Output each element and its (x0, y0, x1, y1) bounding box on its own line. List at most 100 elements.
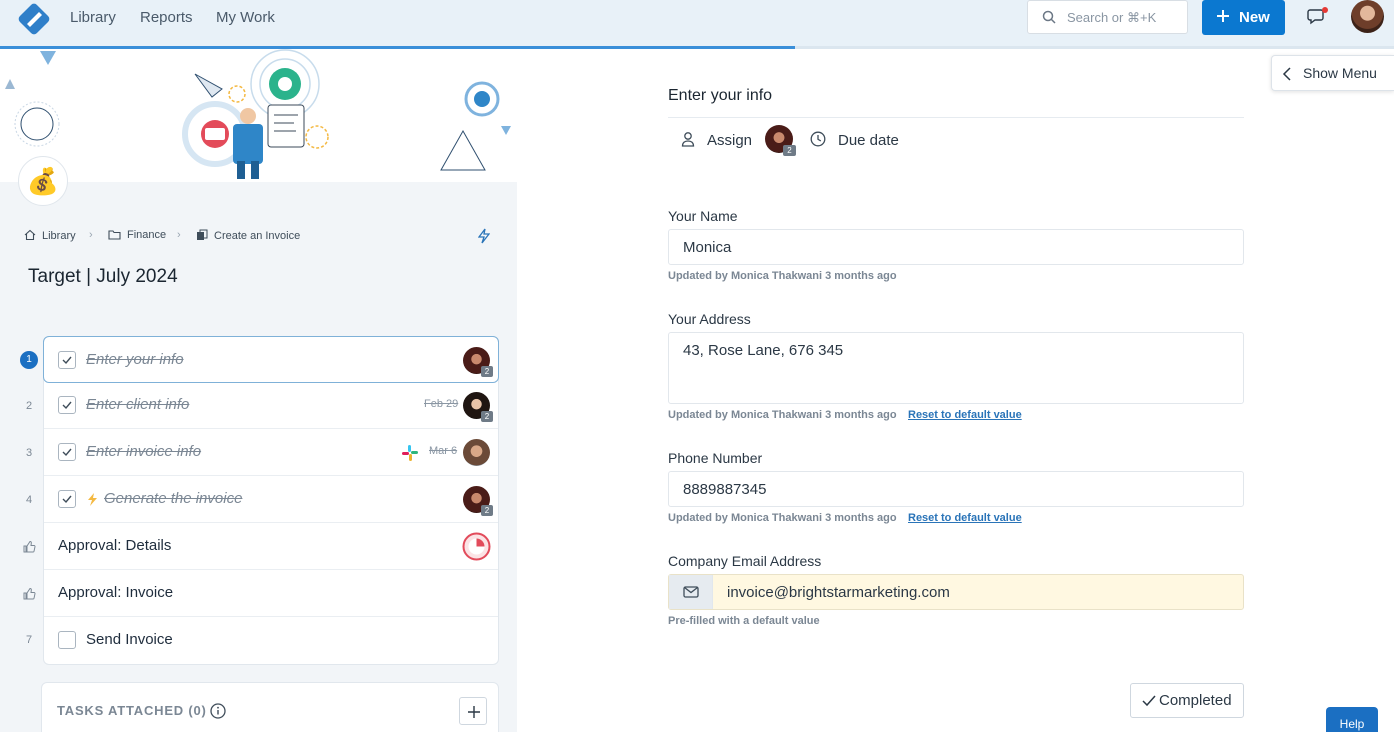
search-input[interactable]: Search or ⌘+K (1027, 0, 1188, 34)
hero-illustration (0, 49, 517, 182)
due-date-label: Due date (838, 132, 899, 149)
phone-field-label: Phone Number (668, 450, 763, 466)
chevron-right-icon: › (177, 229, 181, 241)
breadcrumb-library[interactable]: Library (24, 229, 76, 242)
step-label: Approval: Invoice (58, 584, 174, 601)
breadcrumb-library-label: Library (42, 230, 76, 242)
slack-icon (402, 445, 418, 461)
address-field-label: Your Address (668, 311, 751, 327)
lightning-icon (88, 493, 97, 506)
breadcrumb-create-invoice[interactable]: Create an Invoice (196, 229, 300, 242)
nav-reports[interactable]: Reports (140, 9, 193, 26)
step-due-date: Feb 29 (424, 398, 459, 410)
home-icon (24, 229, 36, 241)
email-value: invoice@brightstarmarketing.com (727, 584, 950, 601)
email-field-label: Company Email Address (668, 553, 822, 569)
step-approval-invoice[interactable]: Approval: Invoice (44, 570, 498, 617)
approval-status-pie-icon (462, 532, 491, 561)
step-number: 2 (25, 400, 33, 412)
user-icon (681, 132, 695, 147)
user-avatar[interactable] (1351, 0, 1384, 33)
breadcrumb-finance-label: Finance (127, 229, 167, 241)
help-button[interactable]: Help (1326, 707, 1378, 732)
add-task-button[interactable] (459, 697, 487, 725)
due-date-button[interactable]: Due date (810, 131, 899, 149)
plus-icon (1217, 10, 1229, 22)
address-field[interactable]: 43, Rose Lane, 676 345 (668, 332, 1244, 404)
address-reset-link[interactable]: Reset to default value (908, 409, 1022, 421)
assignee-count-badge: 2 (783, 145, 796, 156)
automation-bolt-icon[interactable] (478, 228, 490, 244)
name-updated-meta: Updated by Monica Thakwani 3 months ago (668, 270, 897, 282)
search-icon (1042, 10, 1056, 24)
step-send-invoice[interactable]: Send Invoice (44, 617, 498, 664)
check-icon (62, 401, 72, 410)
money-bag-icon: 💰 (18, 156, 68, 206)
nav-library[interactable]: Library (70, 9, 116, 26)
info-icon[interactable] (210, 703, 226, 719)
check-icon (62, 356, 72, 365)
step-checkbox[interactable] (58, 631, 76, 649)
breadcrumb-create-invoice-label: Create an Invoice (214, 230, 301, 242)
tasks-attached-label: TASKS ATTACHED (0) (57, 703, 207, 718)
plus-icon (468, 706, 480, 718)
show-menu-label: Show Menu (1303, 65, 1377, 81)
step-checkbox[interactable] (58, 443, 76, 461)
clock-icon (810, 131, 826, 147)
top-nav: Library Reports My Work Search or ⌘+K Ne… (0, 0, 1394, 49)
checklist-title: Target | July 2024 (28, 266, 178, 287)
app-logo-icon[interactable] (17, 2, 51, 36)
check-icon (62, 448, 72, 457)
step-checkbox[interactable] (58, 351, 76, 369)
step-label: Approval: Details (58, 537, 172, 554)
assign-label: Assign (707, 132, 753, 149)
step-number: 4 (25, 494, 33, 506)
chevron-right-icon: › (89, 229, 93, 241)
check-icon (1142, 695, 1156, 707)
assign-button[interactable]: Assign (681, 131, 752, 149)
checklist-panel: 💰 Library › Finance › Create an Invoice … (0, 49, 517, 732)
thumbs-up-icon (23, 540, 36, 553)
copy-template-icon (197, 229, 208, 240)
notifications-chat-icon[interactable] (1307, 6, 1329, 26)
step-number: 7 (25, 634, 33, 646)
phone-field[interactable]: 8889887345 (668, 471, 1244, 507)
email-prefill-meta: Pre-filled with a default value (668, 615, 820, 627)
show-menu-button[interactable]: Show Menu (1271, 55, 1394, 91)
email-field[interactable]: invoice@brightstarmarketing.com (668, 574, 1244, 610)
checklist-steps: Enter your info 2 Enter client info Feb … (43, 336, 499, 665)
phone-reset-link[interactable]: Reset to default value (908, 512, 1022, 524)
tasks-attached-section: TASKS ATTACHED (0) (41, 682, 499, 732)
step-generate-invoice[interactable]: Generate the invoice 2 (44, 476, 498, 523)
new-button[interactable]: New (1202, 0, 1285, 35)
step-enter-client-info[interactable]: Enter client info Feb 29 2 (44, 382, 498, 429)
step-enter-invoice-info[interactable]: Enter invoice info Mar 6 (44, 429, 498, 476)
step-label: Generate the invoice (104, 490, 243, 507)
step-approval-details[interactable]: Approval: Details (44, 523, 498, 570)
email-addon (669, 575, 713, 609)
phone-updated-meta: Updated by Monica Thakwani 3 months ago (668, 512, 897, 524)
thumbs-up-icon (23, 587, 36, 600)
assignee-count-badge: 2 (481, 366, 493, 377)
check-icon (62, 495, 72, 504)
business-illustration-icon (5, 49, 511, 179)
step-number: 1 (20, 351, 38, 369)
nav-my-work[interactable]: My Work (216, 9, 275, 26)
address-updated-meta: Updated by Monica Thakwani 3 months ago (668, 409, 897, 421)
step-label: Send Invoice (86, 631, 173, 648)
step-enter-your-info[interactable]: Enter your info 2 (43, 336, 499, 383)
step-label: Enter your info (86, 351, 184, 368)
breadcrumb-finance[interactable]: Finance (108, 229, 166, 241)
divider (668, 117, 1244, 118)
assignee-count-badge: 2 (481, 411, 493, 422)
step-number: 3 (25, 447, 33, 459)
completed-button[interactable]: Completed (1130, 683, 1244, 718)
step-checkbox[interactable] (58, 396, 76, 414)
name-field-label: Your Name (668, 208, 738, 224)
step-due-date: Mar 6 (429, 445, 458, 457)
new-button-label: New (1239, 9, 1270, 26)
envelope-icon (683, 586, 699, 598)
search-placeholder: Search or ⌘+K (1067, 10, 1157, 25)
step-checkbox[interactable] (58, 490, 76, 508)
name-field[interactable]: Monica (668, 229, 1244, 265)
